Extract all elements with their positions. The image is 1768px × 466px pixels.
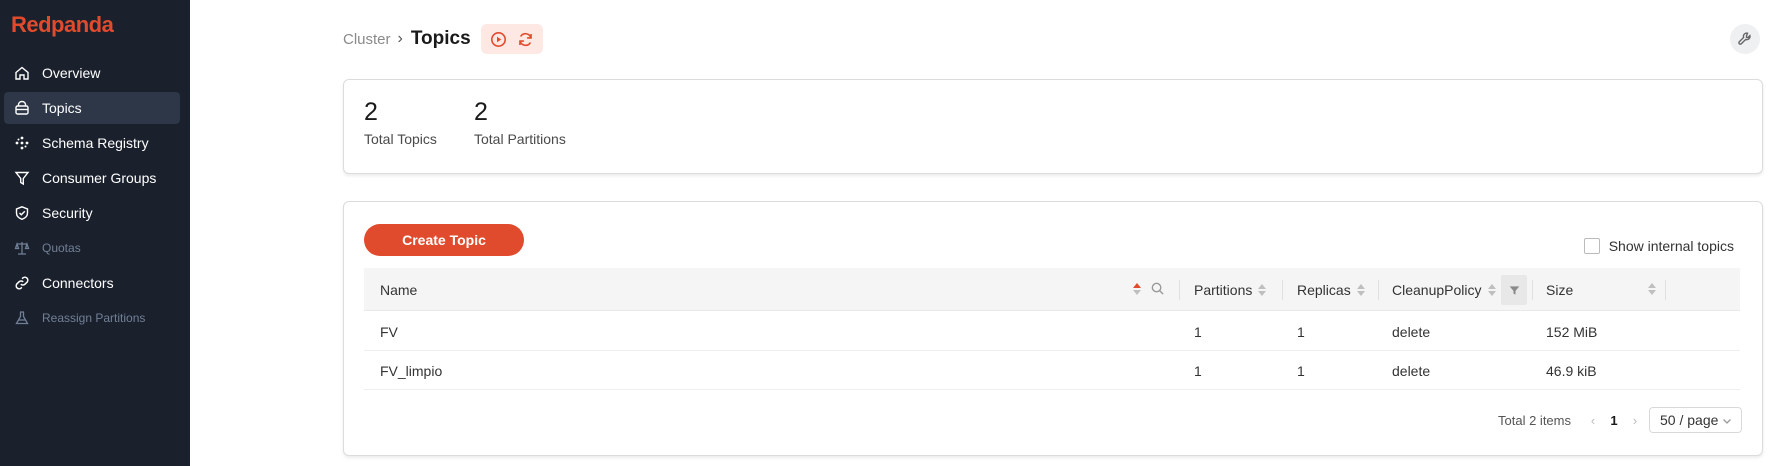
- sort-icon[interactable]: [1648, 283, 1656, 295]
- stats-card: 2 Total Topics 2 Total Partitions: [343, 79, 1763, 174]
- sidebar-item-label: Topics: [42, 100, 82, 116]
- wrench-icon[interactable]: [1730, 24, 1760, 54]
- cell-partitions: 1: [1194, 323, 1202, 340]
- brand-logo[interactable]: Redpanda: [11, 12, 114, 38]
- breadcrumb: Cluster › Topics: [343, 28, 471, 50]
- stat-total-partitions: 2 Total Partitions: [474, 98, 566, 147]
- show-internal-toggle[interactable]: Show internal topics: [1583, 238, 1734, 254]
- sidebar-item-label: Security: [42, 205, 93, 221]
- table-row[interactable]: FV_limpio 1 1 delete 46.9 kiB: [364, 351, 1740, 390]
- page-size-select[interactable]: 50 / page: [1649, 407, 1742, 433]
- cell-size: 152 MiB: [1546, 323, 1598, 340]
- cell-size: 46.9 kiB: [1546, 362, 1597, 379]
- sidebar-item-connectors[interactable]: Connectors: [4, 267, 180, 299]
- filter-icon[interactable]: [1501, 275, 1527, 305]
- search-icon[interactable]: [1150, 281, 1165, 301]
- show-internal-label: Show internal topics: [1608, 238, 1734, 254]
- table-header: Name Partitions Replicas CleanupPolicy S…: [364, 268, 1740, 311]
- sort-icon[interactable]: [1356, 283, 1365, 296]
- sidebar-item-consumer-groups[interactable]: Consumer Groups: [4, 162, 180, 194]
- sidebar: Redpanda Overview Topics Schema Registry…: [0, 0, 190, 466]
- pagination: Total 2 items ‹ 1 › 50 / page: [1498, 407, 1742, 433]
- flask-icon: [14, 310, 30, 326]
- scale-icon: [14, 240, 30, 256]
- topics-table-card: Create Topic Show internal topics Name P…: [343, 201, 1763, 456]
- chevron-right-icon[interactable]: ›: [1627, 413, 1643, 428]
- column-header-cleanup-policy[interactable]: CleanupPolicy: [1392, 268, 1496, 311]
- stat-total-topics: 2 Total Topics: [364, 98, 437, 147]
- stat-value: 2: [364, 98, 378, 126]
- cell-cleanup-policy: delete: [1392, 323, 1431, 340]
- cell-name[interactable]: FV: [380, 312, 398, 351]
- column-header-name[interactable]: Name: [380, 268, 417, 311]
- sidebar-item-label: Connectors: [42, 275, 114, 291]
- header-actions: [481, 24, 543, 54]
- create-topic-button[interactable]: Create Topic: [364, 224, 524, 256]
- cell-name[interactable]: FV_limpio: [380, 351, 442, 390]
- sidebar-item-label: Schema Registry: [42, 135, 149, 151]
- sidebar-item-quotas: Quotas: [4, 232, 180, 264]
- chevron-left-icon[interactable]: ‹: [1585, 413, 1601, 428]
- cell-replicas: 1: [1297, 323, 1305, 340]
- stat-label: Total Partitions: [474, 131, 566, 147]
- cell-cleanup-policy: delete: [1392, 362, 1431, 379]
- sort-icon[interactable]: [1258, 283, 1267, 296]
- sort-icon[interactable]: [1487, 283, 1496, 296]
- table-row[interactable]: FV 1 1 delete 152 MiB: [364, 312, 1740, 351]
- breadcrumb-cluster[interactable]: Cluster: [343, 31, 391, 48]
- sidebar-item-label: Overview: [42, 65, 101, 81]
- sidebar-item-topics[interactable]: Topics: [4, 92, 180, 124]
- sidebar-item-label: Consumer Groups: [42, 170, 157, 186]
- show-internal-checkbox[interactable]: [1583, 238, 1600, 254]
- cell-replicas: 1: [1297, 362, 1305, 379]
- page-title: Topics: [410, 28, 471, 49]
- sort-icon[interactable]: [1133, 283, 1141, 295]
- chevron-right-icon: ›: [397, 30, 403, 47]
- sidebar-item-security[interactable]: Security: [4, 197, 180, 229]
- cell-partitions: 1: [1194, 362, 1202, 379]
- refresh-icon[interactable]: [516, 29, 536, 49]
- stat-label: Total Topics: [364, 131, 437, 147]
- column-header-size[interactable]: Size: [1546, 268, 1573, 311]
- sidebar-item-label: Reassign Partitions: [42, 311, 146, 325]
- sidebar-item-reassign-partitions: Reassign Partitions: [4, 302, 180, 334]
- pagination-total: Total 2 items: [1498, 412, 1571, 428]
- column-header-replicas[interactable]: Replicas: [1297, 268, 1365, 311]
- home-icon: [14, 65, 30, 81]
- funnel-icon: [14, 170, 30, 186]
- stat-value: 2: [474, 98, 488, 126]
- shield-icon: [14, 205, 30, 221]
- play-icon[interactable]: [489, 29, 509, 49]
- link-icon: [14, 275, 30, 291]
- page-number[interactable]: 1: [1601, 413, 1627, 428]
- schema-icon: [14, 135, 30, 151]
- column-header-partitions[interactable]: Partitions: [1194, 268, 1267, 311]
- sidebar-item-schema-registry[interactable]: Schema Registry: [4, 127, 180, 159]
- topics-icon: [14, 100, 30, 116]
- chevron-down-icon: [1722, 413, 1732, 429]
- sidebar-item-label: Quotas: [42, 241, 81, 255]
- sidebar-item-overview[interactable]: Overview: [4, 57, 180, 89]
